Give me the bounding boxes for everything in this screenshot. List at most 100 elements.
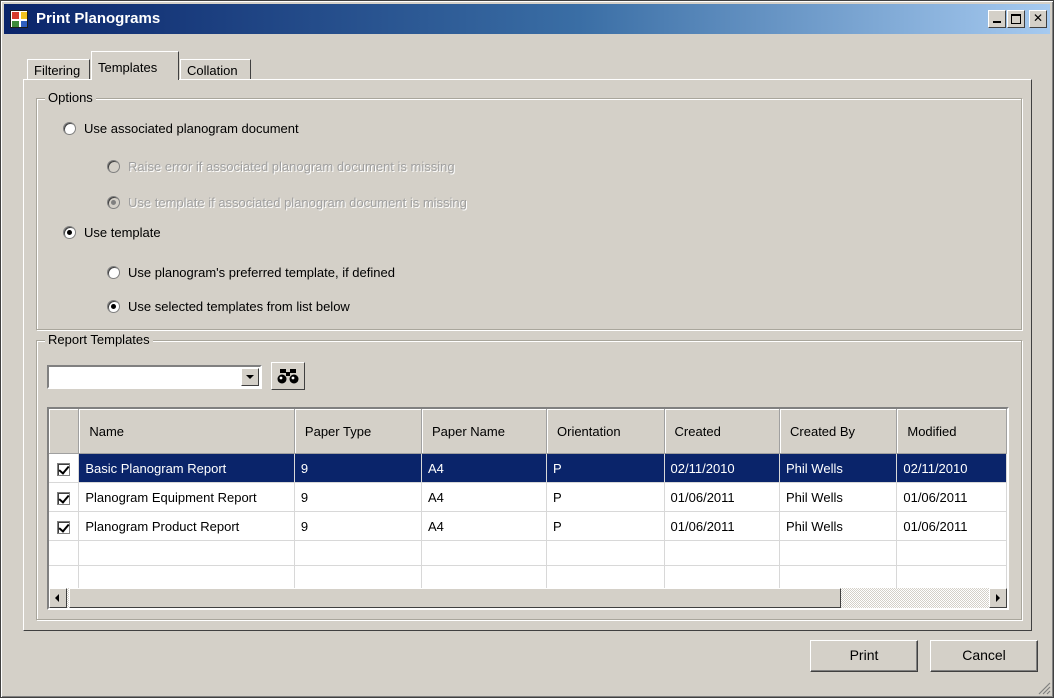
empty-cell (421, 565, 548, 591)
row-checkbox[interactable] (57, 491, 71, 505)
empty-cell (546, 540, 665, 566)
cell-name[interactable]: Basic Planogram Report (78, 453, 295, 483)
radio-circle[interactable] (63, 226, 76, 240)
empty-row (49, 565, 1007, 591)
cell-name[interactable]: Planogram Equipment Report (78, 482, 295, 512)
maximize-button[interactable] (1007, 10, 1025, 28)
options-legend: Options (45, 90, 96, 105)
radio-label: Use selected templates from list below (128, 299, 350, 314)
cell-orientation[interactable]: P (546, 482, 665, 512)
templates-grid: Name Paper Type Paper Name Orientation C… (47, 407, 1009, 610)
tab-templates[interactable]: Templates (91, 51, 179, 80)
row-checkbox-cell[interactable] (49, 453, 80, 483)
tab-collation[interactable]: Collation (180, 59, 251, 79)
minimize-icon (993, 21, 1001, 23)
scroll-thumb[interactable] (69, 588, 841, 608)
cell-created[interactable]: 02/11/2010 (664, 453, 781, 483)
cell-name[interactable]: Planogram Product Report (78, 511, 295, 541)
scroll-left-button[interactable] (49, 588, 67, 608)
tab-collation-label: Collation (187, 63, 238, 78)
options-group: Options Use associated planogram documen… (36, 90, 1022, 330)
template-combo[interactable] (47, 365, 262, 389)
col-header-modified[interactable]: Modified (896, 409, 1007, 454)
empty-cell (896, 540, 1007, 566)
app-icon (10, 10, 28, 28)
cell-created[interactable]: 01/06/2011 (664, 511, 781, 541)
cell-paper-name[interactable]: A4 (421, 511, 548, 541)
scroll-right-button[interactable] (989, 588, 1007, 608)
table-row[interactable]: Basic Planogram Report 9 A4 P 02/11/2010… (49, 453, 1007, 483)
cell-created-by[interactable]: Phil Wells (779, 482, 898, 512)
print-button[interactable]: Print (810, 640, 918, 672)
col-header-created[interactable]: Created (664, 409, 781, 454)
radio-use-template-if-missing: Use template if associated planogram doc… (107, 195, 467, 210)
cell-paper-name[interactable]: A4 (421, 482, 548, 512)
empty-cell (664, 565, 781, 591)
cell-created[interactable]: 01/06/2011 (664, 482, 781, 512)
radio-use-template[interactable]: Use template (63, 225, 161, 240)
tab-filtering[interactable]: Filtering (27, 59, 90, 79)
cell-paper-name[interactable]: A4 (421, 453, 548, 483)
resize-grip-icon[interactable] (1035, 679, 1051, 695)
empty-cell (294, 540, 422, 566)
col-header-orientation[interactable]: Orientation (546, 409, 665, 454)
cancel-button[interactable]: Cancel (930, 640, 1038, 672)
cell-paper-type[interactable]: 9 (294, 482, 422, 512)
col-header-paper-name[interactable]: Paper Name (421, 409, 548, 454)
binoculars-icon (277, 369, 299, 384)
radio-label: Use template (84, 225, 161, 240)
close-button[interactable]: ✕ (1029, 10, 1047, 28)
empty-cell (421, 540, 548, 566)
col-header-paper-type[interactable]: Paper Type (294, 409, 422, 454)
title-bar[interactable]: Print Planograms ✕ (4, 4, 1050, 34)
cell-orientation[interactable]: P (546, 453, 665, 483)
radio-circle[interactable] (107, 266, 120, 280)
print-planograms-window: Print Planograms ✕ Filtering Templates C… (0, 0, 1054, 698)
table-row[interactable]: Planogram Equipment Report 9 A4 P 01/06/… (49, 482, 1007, 512)
radio-circle (107, 196, 120, 210)
cell-created-by[interactable]: Phil Wells (779, 511, 898, 541)
col-header-name[interactable]: Name (78, 409, 295, 454)
empty-cell (896, 565, 1007, 591)
empty-cell (78, 565, 295, 591)
row-checkbox[interactable] (57, 520, 71, 534)
empty-cell (49, 565, 80, 591)
empty-cell (49, 540, 80, 566)
empty-cell (78, 540, 295, 566)
cell-paper-type[interactable]: 9 (294, 511, 422, 541)
empty-row (49, 540, 1007, 566)
cell-modified[interactable]: 01/06/2011 (896, 482, 1007, 512)
radio-use-selected[interactable]: Use selected templates from list below (107, 299, 350, 314)
row-checkbox-cell[interactable] (49, 511, 80, 541)
radio-use-associated[interactable]: Use associated planogram document (63, 121, 299, 136)
tab-filtering-label: Filtering (34, 63, 81, 78)
cell-paper-type[interactable]: 9 (294, 453, 422, 483)
radio-use-preferred[interactable]: Use planogram's preferred template, if d… (107, 265, 395, 280)
row-checkbox-cell[interactable] (49, 482, 80, 512)
col-header-check (49, 409, 80, 454)
combo-dropdown-button[interactable] (241, 368, 259, 386)
find-button[interactable] (271, 362, 305, 390)
radio-circle (107, 160, 120, 174)
empty-cell (294, 565, 422, 591)
cell-modified[interactable]: 01/06/2011 (896, 511, 1007, 541)
radio-raise-error: Raise error if associated planogram docu… (107, 159, 455, 174)
tab-templates-label: Templates (98, 60, 158, 75)
empty-cell (779, 540, 898, 566)
horizontal-scrollbar[interactable] (49, 588, 1007, 608)
radio-label: Use planogram's preferred template, if d… (128, 265, 395, 280)
radio-circle[interactable] (63, 122, 76, 136)
radio-circle[interactable] (107, 300, 120, 314)
table-row[interactable]: Planogram Product Report 9 A4 P 01/06/20… (49, 511, 1007, 541)
report-templates-group: Report Templates Name Paper Type Paper N… (36, 332, 1022, 620)
minimize-button[interactable] (988, 10, 1006, 28)
col-header-created-by[interactable]: Created By (779, 409, 898, 454)
row-checkbox[interactable] (57, 462, 71, 476)
maximize-icon (1011, 14, 1021, 24)
cell-created-by[interactable]: Phil Wells (779, 453, 898, 483)
cell-modified[interactable]: 02/11/2010 (896, 453, 1007, 483)
grid-header-row: Name Paper Type Paper Name Orientation C… (49, 409, 1007, 454)
cell-orientation[interactable]: P (546, 511, 665, 541)
radio-label: Use associated planogram document (84, 121, 299, 136)
empty-cell (664, 540, 781, 566)
